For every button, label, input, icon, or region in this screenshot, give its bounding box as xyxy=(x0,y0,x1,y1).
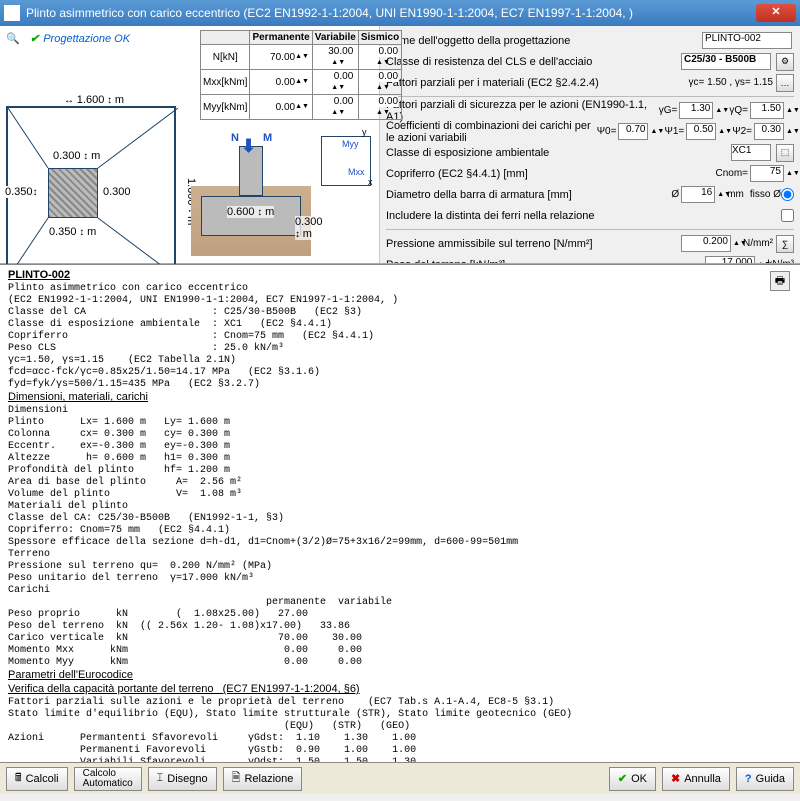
force-arrow-icon: ⬇ xyxy=(241,136,256,157)
window-title: Plinto asimmetrico con carico eccentrico… xyxy=(26,6,756,20)
soil-weight-field[interactable]: 17.000 xyxy=(705,256,755,263)
exposure-pick-button[interactable]: ⬚ xyxy=(776,144,794,162)
pressure-label: Pressione ammissibile sul terreno [N/mm²… xyxy=(386,238,679,250)
psi1-field[interactable]: 0.50 xyxy=(686,123,716,140)
auto-calc-button[interactable]: Calcolo Automatico xyxy=(74,767,142,791)
status-ok: ✔Progettazione OK xyxy=(30,32,130,45)
disegno-button[interactable]: ⌶Disegno xyxy=(148,767,217,791)
report-output: 🖶 PLINTO-002 Plinto asimmetrico con cari… xyxy=(0,264,800,762)
cover-field[interactable]: 75 xyxy=(750,165,784,182)
relazione-button[interactable]: 🗎Relazione xyxy=(223,767,303,791)
mxx-perm[interactable] xyxy=(259,77,295,88)
zoom-icon[interactable]: 🔍 xyxy=(6,32,20,45)
exposure-label: Classe di esposizione ambientale xyxy=(386,147,729,159)
calc-icon: 🖩 xyxy=(15,769,22,788)
class-pick-button[interactable]: ⚙ xyxy=(776,53,794,71)
include-rebar-label: Includere la distinta dei ferri nella re… xyxy=(386,210,781,222)
drawing-icon: ⌶ xyxy=(157,772,164,785)
help-icon: ? xyxy=(745,773,752,785)
n-sis[interactable] xyxy=(362,46,398,57)
ok-button[interactable]: ✔OK xyxy=(609,767,656,791)
comb-label: Coefficienti di combinazioni dei carichi… xyxy=(386,120,591,144)
include-rebar-check[interactable] xyxy=(781,209,794,222)
n-perm[interactable] xyxy=(259,52,295,63)
close-button[interactable]: ✕ xyxy=(756,4,796,22)
bar-label: Diametro della barra di armatura [mm] xyxy=(386,189,665,201)
calcoli-button[interactable]: 🖩Calcoli xyxy=(6,767,68,791)
exposure-field[interactable]: XC1 xyxy=(731,144,771,161)
gammaQ-field[interactable]: 1.50 xyxy=(750,102,784,119)
pressure-calc-button[interactable]: ∑ xyxy=(776,235,794,253)
pressure-field[interactable]: 0.200 xyxy=(681,235,731,252)
psi2-field[interactable]: 0.30 xyxy=(754,123,784,140)
cancel-icon: ✖ xyxy=(671,772,680,785)
class-label: Classe di resistenza del CLS e dell'acci… xyxy=(386,56,679,68)
psi0-field[interactable]: 0.70 xyxy=(618,123,648,140)
bar-field[interactable]: 16 xyxy=(681,186,715,203)
soil-weight-label: Peso del terreno [kN/m³] xyxy=(386,259,703,264)
mxx-var[interactable] xyxy=(317,71,353,82)
n-var[interactable] xyxy=(317,46,353,57)
mxx-sis[interactable] xyxy=(362,71,398,82)
name-field[interactable]: PLINTO-002 xyxy=(702,32,792,49)
bar-fixed-radio[interactable] xyxy=(781,188,794,201)
class-field[interactable]: C25/30 - B500B xyxy=(681,53,771,70)
print-button[interactable]: 🖶 xyxy=(770,271,790,291)
app-icon xyxy=(4,5,20,21)
cover-label: Copriferro (EC2 §4.4.1) [mm] xyxy=(386,168,709,180)
mat-factors-button[interactable]: … xyxy=(776,74,794,92)
gammaG-field[interactable]: 1.30 xyxy=(679,102,713,119)
annulla-button[interactable]: ✖Annulla xyxy=(662,767,730,791)
report-icon: 🗎 xyxy=(232,769,241,788)
check-icon: ✔ xyxy=(618,772,627,785)
geometry-diagram: ↔ 1.600 ↕ m 0.300 ↕ m 0.350↕ 0.300 0.350… xyxy=(6,106,373,259)
name-label: Nome dell'oggetto della progettazione xyxy=(386,35,700,47)
guida-button[interactable]: ?Guida xyxy=(736,767,794,791)
mat-factors-label: Fattori parziali per i materiali (EC2 §2… xyxy=(386,77,689,89)
